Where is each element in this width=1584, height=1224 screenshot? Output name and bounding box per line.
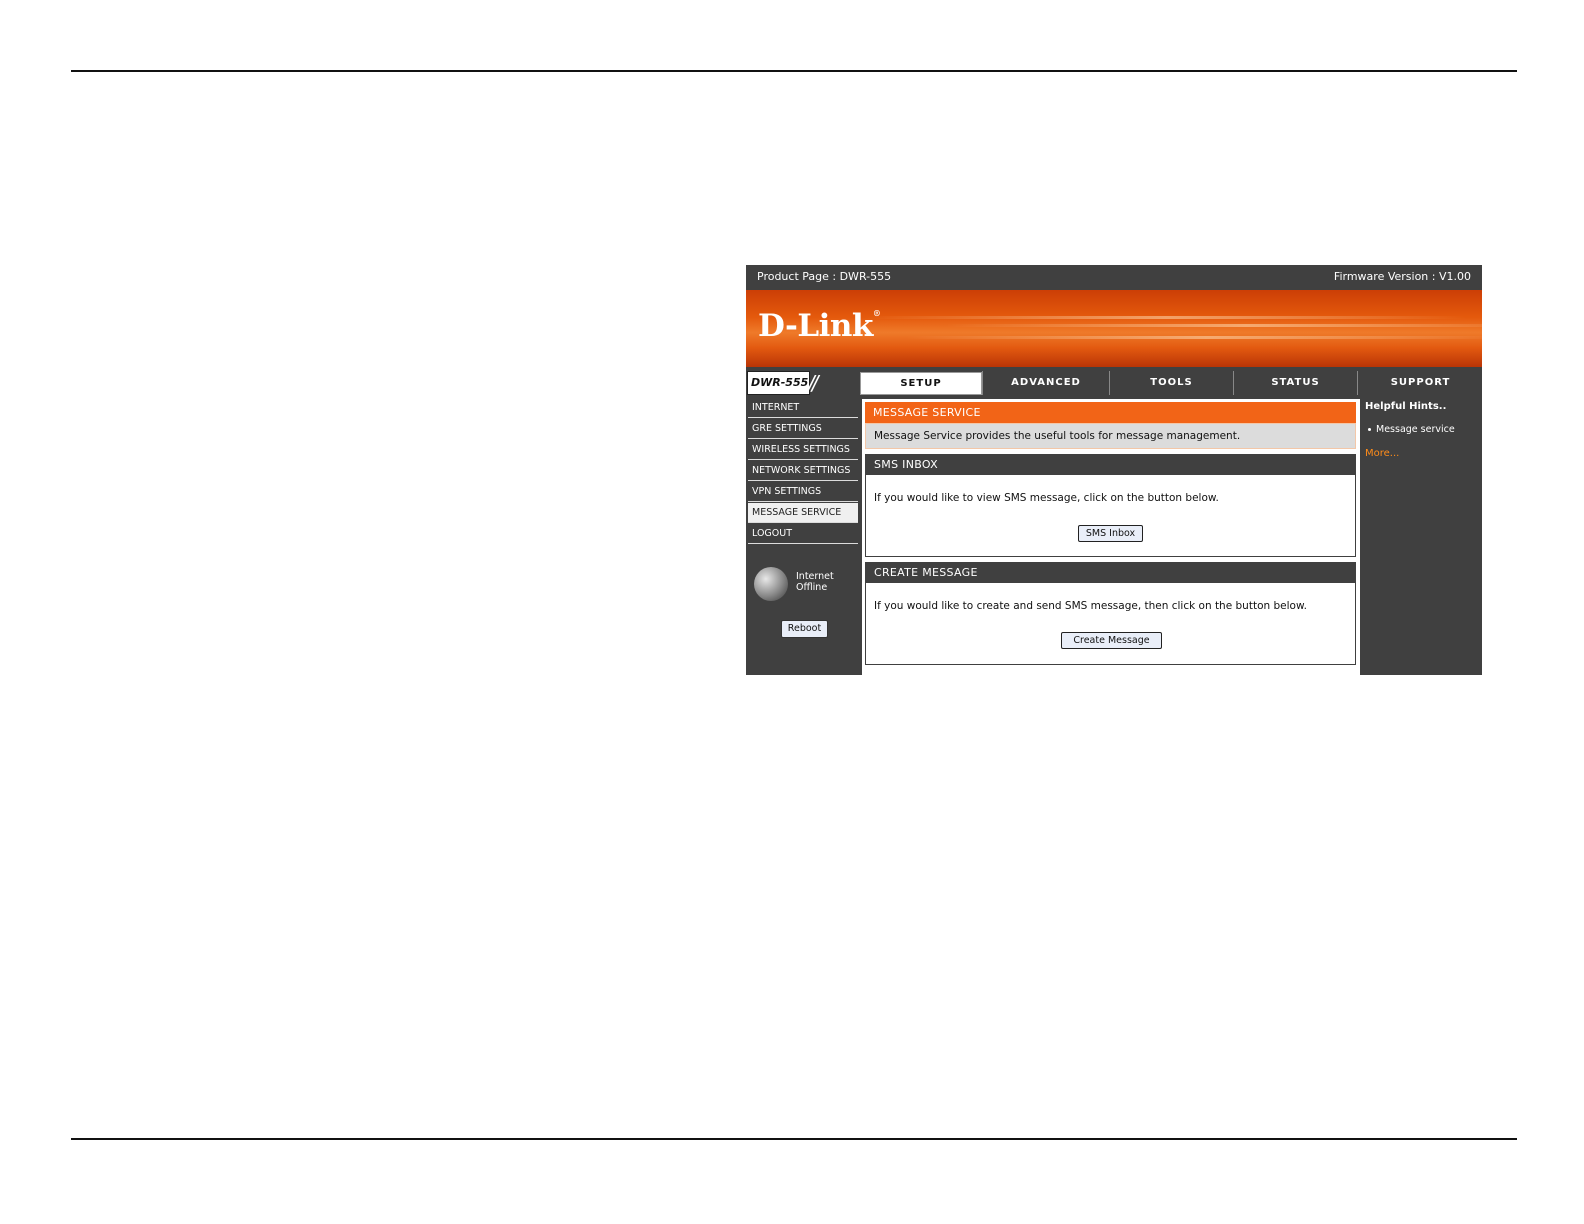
internet-status: Internet Offline [796,571,834,593]
page-bottom-rule [71,1138,1517,1140]
sms-inbox-section: SMS INBOX If you would like to view SMS … [865,454,1356,557]
page-title: MESSAGE SERVICE [865,402,1356,423]
create-message-button[interactable]: Create Message [1061,632,1162,649]
dlink-logo: D-Link® [758,308,881,344]
internet-status-line2: Offline [796,582,828,593]
top-info-bar: Product Page : DWR-555 Firmware Version … [746,265,1482,288]
page-top-rule [71,70,1517,72]
more-link[interactable]: More... [1365,448,1399,459]
slash-decoration-icon: // [808,371,819,395]
sidebar-item-message-service[interactable]: MESSAGE SERVICE [748,503,858,523]
reboot-button[interactable]: Reboot [781,620,828,638]
helpful-hints-title: Helpful Hints.. [1365,401,1447,412]
brand-banner: D-Link® [746,290,1482,367]
hint-item-label: Message service [1376,424,1455,435]
sidebar-item-wireless-settings[interactable]: WIRELESS SETTINGS [748,440,858,460]
sidebar-item-logout[interactable]: LOGOUT [748,524,858,544]
tab-status[interactable]: STATUS [1233,371,1357,395]
router-admin-screenshot: Product Page : DWR-555 Firmware Version … [746,265,1482,675]
sms-inbox-title: SMS INBOX [866,455,1355,475]
firmware-version-label: Firmware Version : V1.00 [1333,270,1471,283]
sidebar-item-gre-settings[interactable]: GRE SETTINGS [748,419,858,439]
tab-support[interactable]: SUPPORT [1357,371,1482,395]
sidebar-item-internet[interactable]: INTERNET [748,398,858,418]
model-badge: DWR-555 [747,371,810,395]
create-message-title: CREATE MESSAGE [866,563,1355,583]
logo-text: D-Link [758,308,873,344]
sidebar: INTERNET GRE SETTINGS WIRELESS SETTINGS … [746,396,859,675]
tab-advanced[interactable]: ADVANCED [982,371,1109,395]
banner-streak [866,316,1466,319]
main-nav: DWR-555 // SETUP ADVANCED TOOLS STATUS S… [746,369,1482,396]
create-message-text: If you would like to create and send SMS… [874,600,1307,612]
globe-icon [754,567,788,601]
internet-status-line1: Internet [796,571,834,582]
main-content: MESSAGE SERVICE Message Service provides… [862,399,1360,675]
sms-inbox-text: If you would like to view SMS message, c… [874,492,1219,504]
hint-item[interactable]: Message service [1368,424,1455,435]
trademark-mark: ® [872,308,881,318]
product-page-label: Product Page : DWR-555 [757,270,892,283]
bullet-icon [1368,428,1371,431]
sidebar-item-vpn-settings[interactable]: VPN SETTINGS [748,482,858,502]
sms-inbox-button[interactable]: SMS Inbox [1078,525,1143,542]
helpful-hints-panel: Helpful Hints.. Message service More... [1362,396,1482,675]
sidebar-item-network-settings[interactable]: NETWORK SETTINGS [748,461,858,481]
tab-setup[interactable]: SETUP [860,372,982,395]
page-description: Message Service provides the useful tool… [865,423,1356,449]
tab-tools[interactable]: TOOLS [1109,371,1233,395]
create-message-section: CREATE MESSAGE If you would like to crea… [865,562,1356,665]
banner-streak [906,336,1482,339]
banner-streak [946,324,1482,327]
